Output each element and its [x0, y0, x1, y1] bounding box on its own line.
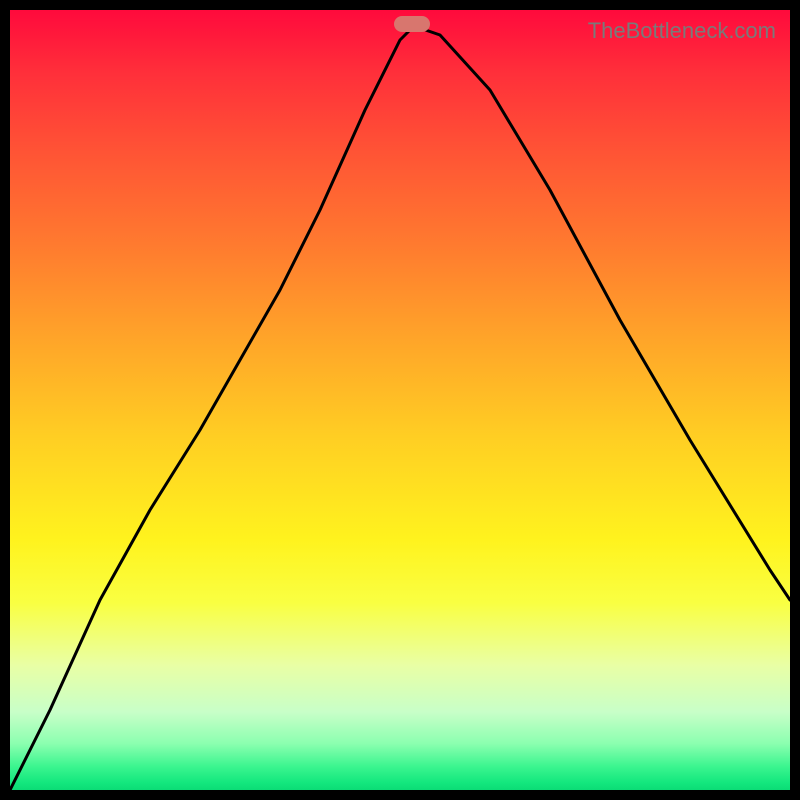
plot-area: TheBottleneck.com [10, 10, 790, 790]
watermark-text: TheBottleneck.com [588, 18, 776, 44]
curve-path [10, 26, 790, 790]
minimum-marker [394, 16, 430, 32]
chart-container: TheBottleneck.com [0, 0, 800, 800]
line-chart-svg [10, 10, 790, 790]
